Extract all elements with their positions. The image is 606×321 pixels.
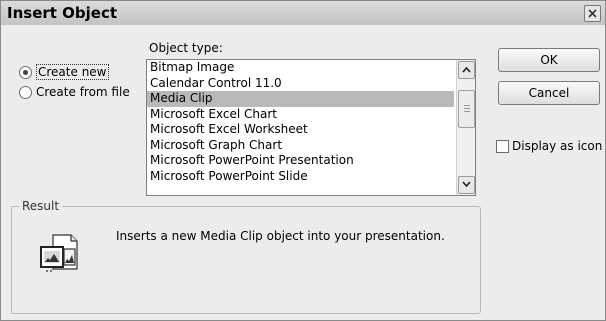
object-type-label: Object type: — [149, 41, 223, 55]
insert-object-dialog: Insert Object Create new Create from fil… — [0, 0, 606, 321]
list-item[interactable]: Microsoft Excel Worksheet — [147, 122, 454, 138]
object-type-list[interactable]: Bitmap Image Calendar Control 11.0 Media… — [146, 59, 476, 196]
close-button[interactable] — [584, 5, 601, 22]
list-item[interactable]: Microsoft PowerPoint Slide — [147, 169, 454, 185]
scroll-thumb[interactable] — [458, 90, 475, 128]
result-legend: Result — [19, 199, 63, 213]
list-item-selected[interactable]: Media Clip — [147, 91, 454, 107]
scroll-down-button[interactable] — [458, 176, 475, 194]
title-bar[interactable]: Insert Object — [1, 1, 605, 25]
list-item[interactable]: Microsoft Graph Chart — [147, 138, 454, 154]
display-as-icon-option[interactable]: Display as icon — [496, 139, 602, 153]
scroll-up-icon — [462, 66, 471, 73]
display-as-icon-checkbox[interactable] — [496, 139, 509, 153]
list-item[interactable]: Bitmap Image — [147, 60, 454, 76]
grip-icon — [464, 105, 470, 112]
ok-button[interactable]: OK — [498, 48, 600, 72]
create-new-label: Create new — [36, 64, 109, 80]
scroll-down-icon — [462, 181, 471, 188]
create-from-file-radio[interactable] — [19, 85, 32, 99]
list-item[interactable]: Microsoft Excel Chart — [147, 107, 454, 123]
create-from-file-option[interactable]: Create from file — [19, 85, 130, 99]
create-new-radio[interactable] — [19, 65, 32, 79]
create-new-option[interactable]: Create new — [19, 64, 109, 80]
close-icon — [588, 9, 597, 18]
display-as-icon-label: Display as icon — [512, 139, 603, 153]
list-item[interactable]: Microsoft PowerPoint Presentation — [147, 153, 454, 169]
list-scrollbar[interactable] — [456, 60, 475, 195]
result-description: Inserts a new Media Clip object into you… — [116, 229, 445, 243]
scroll-up-button[interactable] — [458, 61, 475, 79]
create-from-file-label: Create from file — [36, 85, 130, 99]
list-item[interactable]: Calendar Control 11.0 — [147, 76, 454, 92]
media-clip-object-icon — [40, 234, 78, 272]
cancel-button[interactable]: Cancel — [498, 81, 600, 105]
dialog-title: Insert Object — [7, 4, 118, 22]
